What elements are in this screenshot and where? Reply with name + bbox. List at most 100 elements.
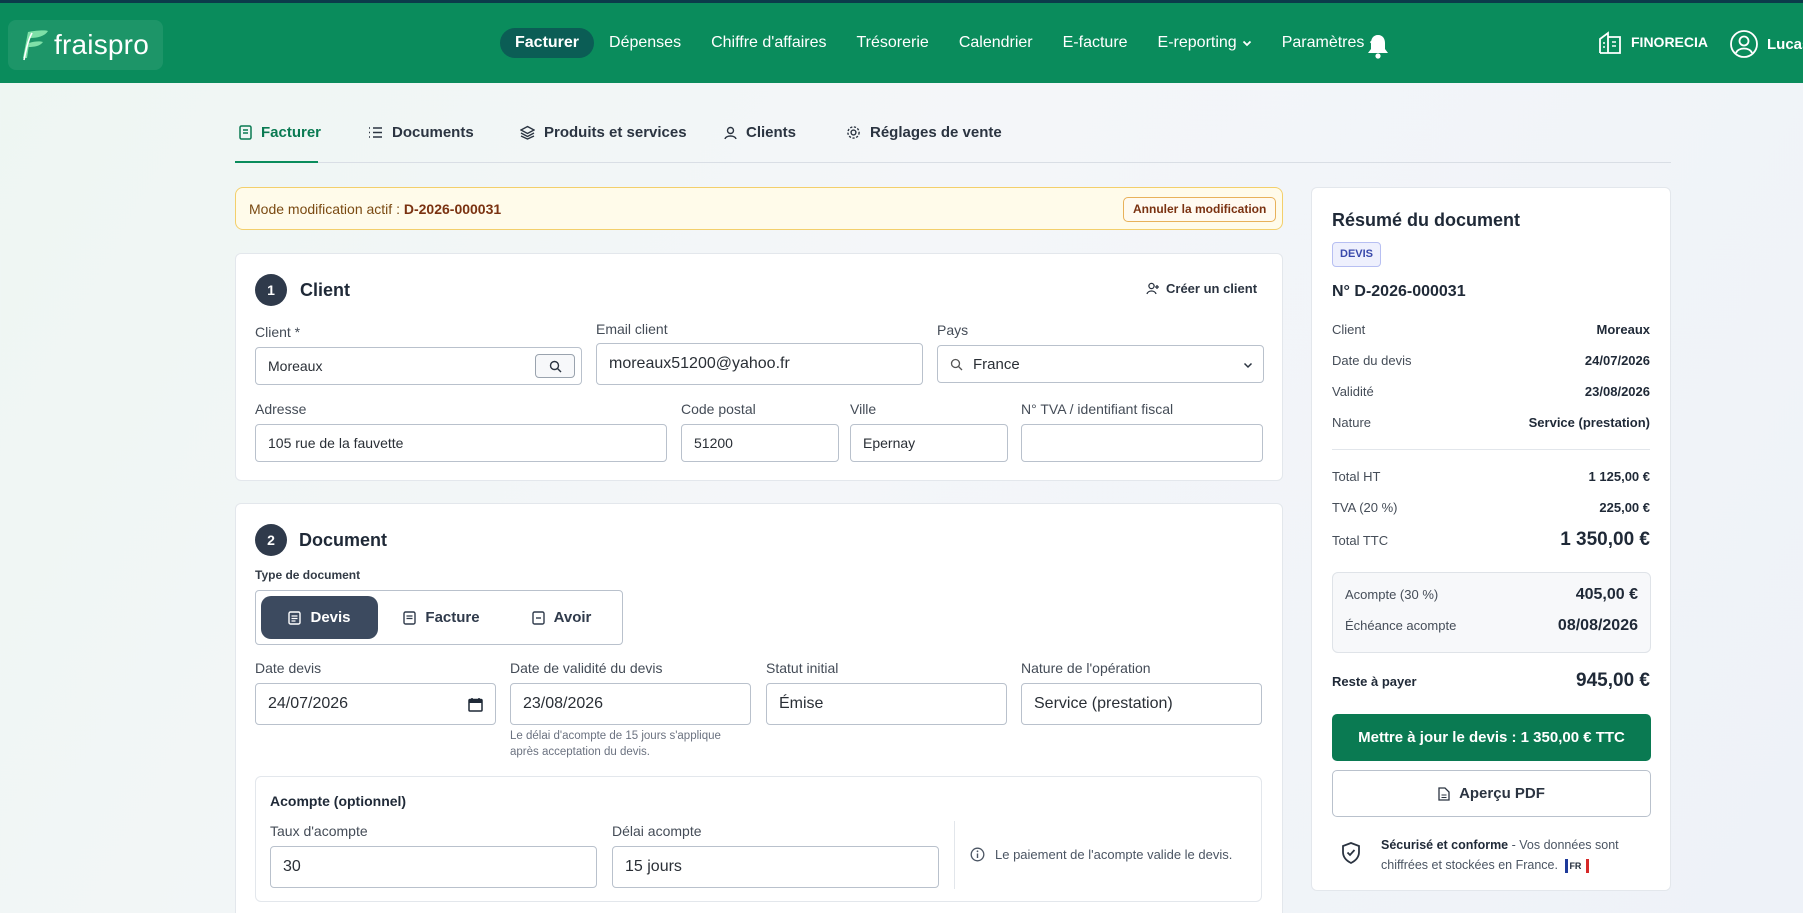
tab-label: Facturer [261, 124, 322, 141]
summary-key: Nature [1332, 415, 1372, 430]
summary-value: Moreaux [1596, 322, 1650, 337]
summary-key: Client [1332, 322, 1366, 337]
deposit-summary-box: Acompte (30 %) 405,00 € Échéance acompte 0… [1332, 572, 1651, 653]
summary-key: Total HT [1332, 469, 1381, 484]
app-logo[interactable]: fraispro [8, 20, 163, 70]
nav-item-calendrier[interactable]: Calendrier [944, 28, 1048, 58]
nav-item-facturer[interactable]: Facturer [500, 28, 595, 58]
address-field[interactable]: 105 rue de la fauvette [255, 424, 667, 462]
summary-key: Acompte (30 %) [1345, 587, 1439, 602]
document-card-title: Document [299, 530, 388, 550]
country-select[interactable]: France [937, 345, 1264, 383]
nav-item-e-reporting[interactable]: E-reporting [1143, 28, 1267, 58]
search-icon [549, 360, 561, 372]
deposit-rate-label: Taux d'acompte [270, 823, 368, 839]
nav-item-tresorerie[interactable]: Trésorerie [842, 28, 944, 58]
summary-row: Date du devis 24/07/2026 [1332, 353, 1650, 368]
building-icon [1599, 31, 1621, 54]
security-title: Sécurisé et conforme [1381, 838, 1509, 852]
quote-date-label: Date devis [255, 660, 322, 676]
client-value: Moreaux [268, 358, 323, 374]
tab-reglages-vente[interactable]: Réglages de vente [846, 124, 1002, 141]
summary-value: 405,00 € [1575, 586, 1638, 603]
create-client-button[interactable]: Créer un client [1146, 281, 1257, 296]
deposit-row: Acompte (30 %) 405,00 € [1345, 586, 1638, 604]
logo-mark-icon [23, 30, 48, 61]
tab-label: Réglages de vente [870, 124, 1002, 141]
nav-item-e-facture[interactable]: E-facture [1048, 28, 1143, 58]
tab-facturer[interactable]: Facturer [239, 124, 321, 141]
summary-value: 1 125,00 € [1588, 469, 1650, 484]
bell-icon[interactable] [1366, 33, 1390, 59]
tab-documents[interactable]: Documents [368, 124, 474, 141]
pdf-preview-button[interactable]: Aperçu PDF [1332, 770, 1651, 817]
client-search-button[interactable] [535, 354, 575, 378]
summary-key: Total TTC [1332, 533, 1389, 548]
calendar-icon[interactable] [468, 697, 483, 712]
doc-type-selector: Devis Facture Avoir [255, 590, 623, 645]
nav-label: Calendrier [958, 34, 1033, 51]
client-search-field[interactable]: Moreaux [255, 347, 582, 385]
country-value: France [973, 355, 1020, 373]
nav-item-depenses[interactable]: Dépenses [594, 28, 696, 58]
user-menu[interactable]: Lucas [1729, 29, 1803, 59]
doc-type-devis[interactable]: Devis [261, 596, 378, 639]
chevron-down-icon [1242, 40, 1251, 47]
tab-produits-services[interactable]: Produits et services [520, 124, 687, 141]
zip-label: Code postal [681, 401, 756, 417]
list-icon [369, 127, 382, 138]
search-icon [950, 358, 963, 370]
doc-type-facture[interactable]: Facture [383, 596, 500, 639]
security-text: Sécurisé et conforme - Vos données sont … [1381, 835, 1651, 875]
status-field[interactable]: Émise [766, 683, 1007, 725]
deposit-panel: Acompte (optionnel) Taux d'acompte 30 Dé… [255, 776, 1262, 902]
vat-field[interactable] [1021, 424, 1263, 462]
validity-hint-line: après acceptation du devis. [510, 746, 651, 758]
address-label: Adresse [255, 401, 307, 417]
summary-key: TVA (20 %) [1332, 500, 1398, 515]
validity-date-label: Date de validité du devis [510, 660, 663, 676]
validity-hint: Le délai d'acompte de 15 jours s'appliqu… [510, 728, 721, 760]
cancel-edit-button[interactable]: Annuler la modification [1123, 197, 1277, 222]
nav-label: Facturer [515, 34, 580, 51]
email-field[interactable]: moreaux51200@yahoo.fr [596, 343, 923, 385]
nav-label: Chiffre d'affaires [711, 34, 827, 51]
deposit-rate-field[interactable]: 30 [270, 846, 597, 888]
quote-date-field[interactable]: 24/07/2026 [255, 683, 496, 725]
nature-field[interactable]: Service (prestation) [1021, 683, 1262, 725]
country-label: Pays [937, 322, 969, 338]
doc-type-avoir[interactable]: Avoir [503, 596, 620, 639]
update-quote-button[interactable]: Mettre à jour le devis : 1 350,00 € TTC [1332, 714, 1651, 761]
shield-check-icon [1342, 842, 1360, 865]
doc-type-label-text: Avoir [553, 609, 592, 626]
doc-type-badge: DEVIS [1332, 242, 1382, 267]
city-label: Ville [850, 401, 877, 417]
summary-key: Date du devis [1332, 353, 1412, 368]
step-number: 2 [255, 524, 287, 556]
remaining-row: Reste à payer 945,00 € [1332, 670, 1650, 692]
validity-date-field[interactable]: 23/08/2026 [510, 683, 751, 725]
organization-switcher[interactable]: FINORECIA [1597, 29, 1708, 55]
nav-item-chiffre-affaires[interactable]: Chiffre d'affaires [696, 28, 841, 58]
client-card-title: Client [300, 280, 351, 300]
vat-label: N° TVA / identifiant fiscal [1021, 401, 1174, 417]
summary-value: 23/08/2026 [1584, 384, 1650, 399]
section-tabs: Facturer Documents Produits et services … [235, 112, 1671, 163]
security-notice: Sécurisé et conforme - Vos données sont … [1332, 833, 1651, 877]
create-client-label: Créer un client [1166, 281, 1258, 296]
deposit-delay-field[interactable]: 15 jours [612, 846, 939, 888]
deposit-title: Acompte (optionnel) [270, 793, 407, 809]
document-icon [288, 610, 302, 625]
receipt-icon [403, 610, 417, 625]
zip-field[interactable]: 51200 [681, 424, 839, 462]
city-field[interactable]: Epernay [850, 424, 1008, 462]
tab-clients[interactable]: Clients [724, 124, 796, 141]
layers-icon [520, 125, 535, 140]
summary-value: 225,00 € [1599, 500, 1650, 515]
deposit-info: Le paiement de l'acompte valide le devis… [970, 847, 1232, 862]
chevron-down-icon [1243, 362, 1253, 369]
doc-type-label: Type de document [255, 568, 361, 582]
active-tab-indicator [235, 161, 318, 163]
organization-name: FINORECIA [1631, 34, 1708, 50]
main-nav: Facturer Dépenses Chiffre d'affaires Tré… [500, 28, 1394, 58]
